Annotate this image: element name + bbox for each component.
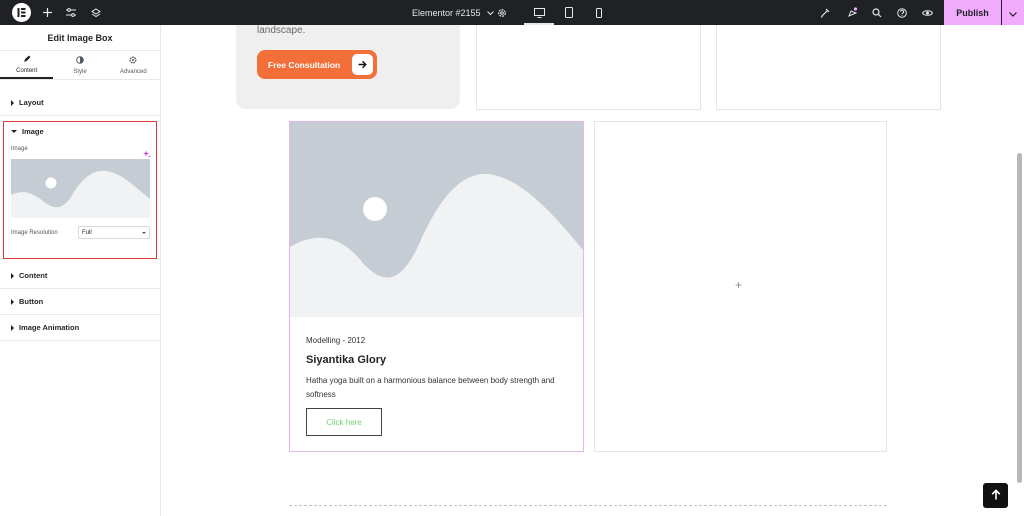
scrollbar-thumb[interactable] [1017, 153, 1022, 483]
half-circle-icon [76, 55, 84, 66]
image-resolution-select[interactable]: Full [78, 226, 150, 239]
layers-icon[interactable] [89, 0, 103, 25]
publish-button[interactable]: Publish [944, 0, 1001, 25]
caret-down-icon [11, 130, 17, 133]
section-image-header[interactable]: Image [11, 127, 44, 136]
image-box-description: Hatha yoga built on a harmonious balance… [306, 376, 555, 399]
caret-right-icon [11, 99, 14, 106]
caret-right-icon [11, 324, 14, 331]
empty-column[interactable] [716, 25, 941, 110]
canvas-scrollbar[interactable] [1017, 25, 1022, 516]
gear-icon [129, 56, 137, 66]
notes-icon[interactable] [818, 0, 832, 25]
desktop-icon[interactable] [531, 0, 547, 25]
back-to-top-button[interactable] [983, 483, 1008, 508]
section-label: Layout [19, 98, 44, 107]
chevron-down-icon [142, 232, 146, 234]
image-control-label: Image [11, 146, 28, 152]
image-resolution-value: Full [82, 229, 92, 236]
caret-right-icon [11, 298, 14, 305]
promo-card[interactable]: landscape. Free Consultation [236, 25, 460, 109]
cta-label: Free Consultation [268, 59, 341, 70]
caret-right-icon [11, 272, 14, 279]
preview-canvas: landscape. Free Consultation Modelling -… [161, 25, 1024, 516]
section-image-animation[interactable]: Image Animation [0, 315, 160, 341]
pencil-icon [23, 55, 31, 65]
section-layout[interactable]: Layout [0, 90, 160, 116]
image-placeholder-icon [290, 173, 583, 317]
section-content[interactable]: Content [0, 263, 160, 289]
elementor-logo-icon[interactable] [12, 3, 31, 22]
editor-topbar: Elementor #2155 Publish [0, 0, 1024, 25]
panel-tabs: Content Style Advanced [0, 51, 160, 80]
arrow-right-icon [352, 54, 373, 75]
editor-panel: Edit Image Box Content Style Advanced La… [0, 25, 161, 516]
preview-eye-icon[interactable] [920, 0, 934, 25]
image-box-widget[interactable]: Modelling - 2012 Siyantika Glory Hatha y… [289, 121, 584, 452]
image-box-image [290, 122, 583, 317]
section-label: Button [19, 297, 44, 306]
image-box-title: Siyantika Glory [306, 354, 387, 366]
image-resolution-label: Image Resolution [11, 230, 58, 236]
add-element-icon[interactable] [40, 0, 54, 25]
document-title-dropdown[interactable]: Elementor #2155 [412, 0, 494, 25]
add-section-dropzone[interactable] [289, 505, 887, 516]
tab-style[interactable]: Style [53, 51, 106, 79]
chevron-down-icon [486, 8, 494, 18]
publish-options-button[interactable] [1002, 0, 1024, 25]
image-box-meta: Modelling - 2012 [306, 336, 366, 345]
section-label: Image [22, 127, 44, 136]
tab-label: Style [73, 68, 87, 75]
mobile-icon[interactable] [592, 0, 606, 25]
empty-column[interactable]: + [594, 121, 887, 452]
arrow-up-icon [991, 487, 1001, 505]
settings-sliders-icon[interactable] [64, 0, 78, 25]
tab-label: Advanced [119, 68, 147, 75]
help-icon[interactable] [895, 0, 909, 25]
empty-column[interactable] [476, 25, 701, 110]
document-title: Elementor #2155 [412, 7, 481, 18]
search-icon[interactable] [870, 0, 884, 25]
panel-title: Edit Image Box [0, 25, 160, 51]
click-here-button[interactable]: Click here [306, 408, 382, 436]
tab-content[interactable]: Content [0, 51, 54, 79]
section-image: Image Image Image Resolution Full [3, 121, 157, 259]
promo-text: landscape. [257, 25, 306, 36]
tab-advanced[interactable]: Advanced [107, 51, 160, 79]
section-label: Image Animation [19, 323, 80, 332]
image-placeholder-icon [11, 170, 150, 218]
section-label: Content [19, 271, 48, 280]
page-settings-gear-icon[interactable] [495, 0, 509, 25]
section-button[interactable]: Button [0, 289, 160, 315]
image-chooser[interactable] [11, 159, 150, 218]
add-widget-plus-icon[interactable]: + [735, 278, 742, 292]
tab-label: Content [16, 67, 38, 74]
tablet-icon[interactable] [562, 0, 576, 25]
chevron-down-icon [1009, 4, 1017, 22]
whats-new-icon[interactable] [845, 0, 859, 25]
free-consultation-button[interactable]: Free Consultation [257, 50, 377, 79]
